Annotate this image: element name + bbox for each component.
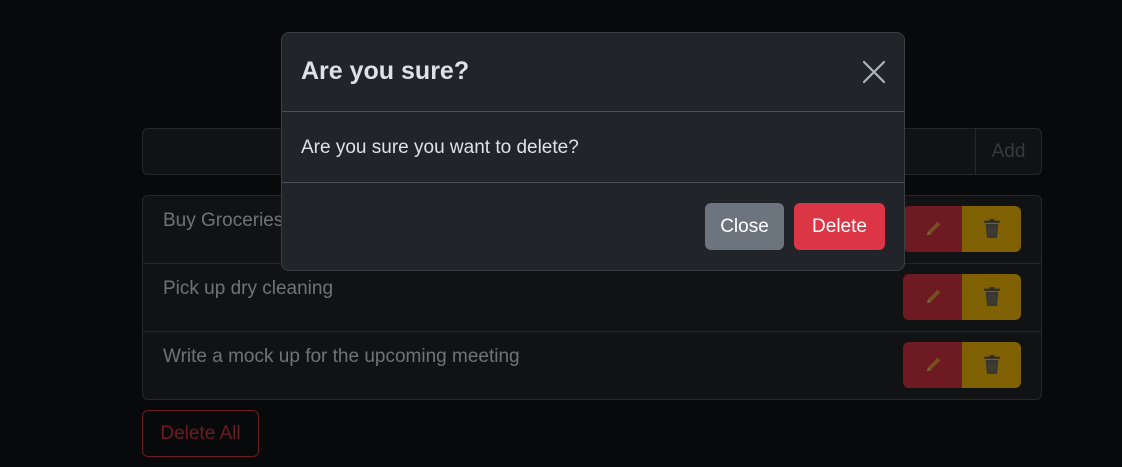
close-icon[interactable]	[862, 60, 886, 84]
modal-title: Are you sure?	[301, 57, 470, 85]
modal-footer: Close Delete	[282, 183, 904, 270]
modal-message: Are you sure you want to delete?	[301, 137, 579, 158]
confirm-delete-modal: Are you sure? Are you sure you want to d…	[281, 32, 905, 271]
delete-button[interactable]: Delete	[794, 203, 885, 250]
close-button[interactable]: Close	[705, 203, 784, 250]
modal-header: Are you sure?	[282, 33, 904, 112]
modal-body: Are you sure you want to delete?	[282, 112, 904, 183]
